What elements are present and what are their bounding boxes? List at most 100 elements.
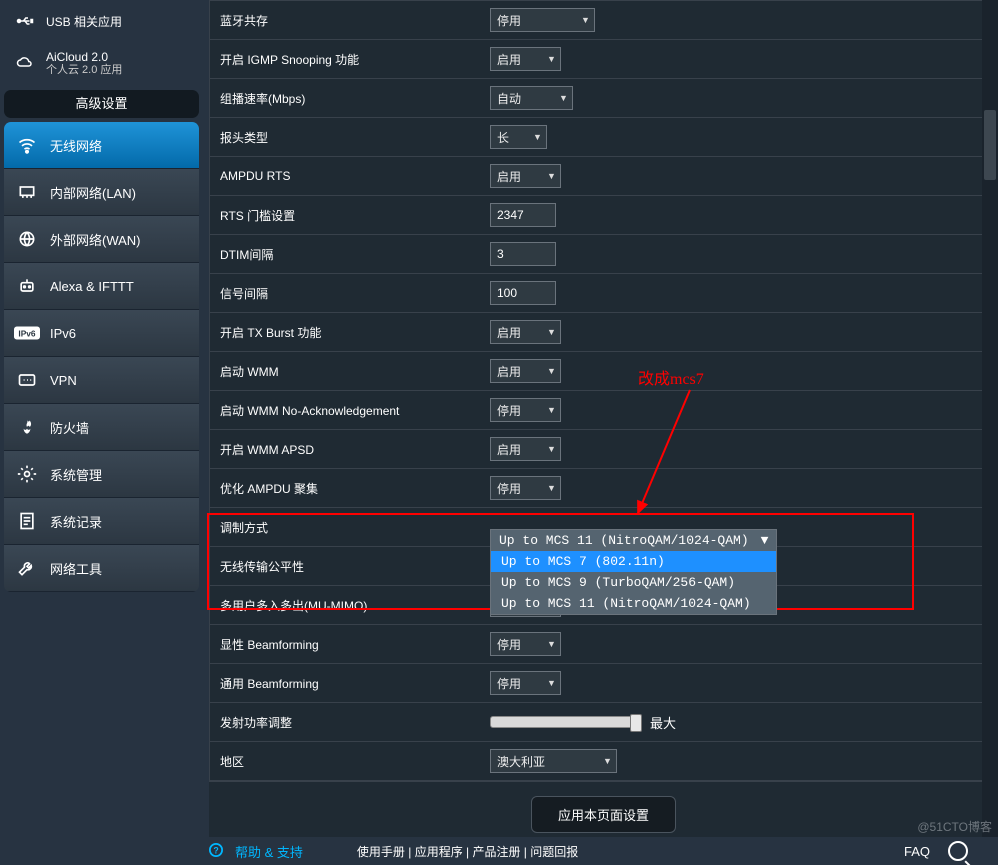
setting-label: DTIM间隔 [210,246,480,263]
search-icon[interactable] [948,841,968,861]
chevron-down-icon: ▼ [547,327,556,337]
select-value: 停用 [497,402,541,419]
setting-label: AMPDU RTS [210,169,480,183]
input-5[interactable] [490,203,556,227]
setting-control: 最大 [480,713,997,732]
setting-row: 优化 AMPDU 聚集停用▼ [210,468,997,507]
lan-icon [14,181,40,203]
setting-control: 启用 ▼ [480,320,997,344]
sidebar-item-2[interactable]: 外部网络(WAN) [4,216,199,263]
select-value: 启用 [497,324,541,341]
select-2[interactable]: 自动▼ [490,86,573,110]
setting-control: 澳大利亚▼ [480,749,997,773]
wifi-icon [14,134,40,156]
help-support-link[interactable]: 帮助 & 支持 [235,842,303,861]
setting-label: 启动 WMM [210,363,480,380]
select-value: 停用 [497,12,575,29]
wrench-icon [14,557,40,579]
select-1[interactable]: 启用▼ [490,47,561,71]
vpn-icon [14,369,40,391]
slider-max-label: 最大 [650,713,676,732]
apply-button[interactable]: 应用本页面设置 [531,796,676,833]
setting-row: 蓝牙共存停用▼ [210,0,997,39]
sidebar-quick-0[interactable]: USB 相关应用 [0,0,203,42]
sidebar-item-4[interactable]: IPv6IPv6 [4,310,199,357]
select-10[interactable]: 停用 ▼ [490,398,561,422]
select-3[interactable]: 长▼ [490,125,547,149]
setting-label: 地区 [210,753,480,770]
setting-label: 报头类型 [210,129,480,146]
chevron-down-icon: ▼ [547,678,556,688]
robot-icon [14,275,40,297]
setting-label: 调制方式 [210,519,480,536]
sidebar-item-3[interactable]: Alexa & IFTTT [4,263,199,310]
select-16[interactable]: 停用▼ [490,632,561,656]
setting-row: 地区澳大利亚▼ [210,741,997,780]
select-value: 停用 [497,675,541,692]
select-4[interactable]: 启用▼ [490,164,561,188]
usb-icon [14,12,36,30]
select-8[interactable]: 启用 ▼ [490,320,561,344]
setting-control: 停用 ▼ [480,398,997,422]
setting-label: 显性 Beamforming [210,636,480,653]
sidebar-item-9[interactable]: 网络工具 [4,545,199,592]
setting-label: RTS 门槛设置 [210,207,480,224]
setting-control: 自动▼ [480,86,997,110]
gear-icon [14,463,40,485]
select-value: 启用 [497,441,541,458]
select-12[interactable]: 停用▼ [490,476,561,500]
faq-link[interactable]: FAQ [904,844,930,859]
setting-label: 启动 WMM No-Acknowledgement [210,402,480,419]
setting-row: AMPDU RTS 启用▼ [210,156,997,195]
input-6[interactable] [490,242,556,266]
chevron-down-icon: ▼ [547,366,556,376]
setting-row: RTS 门槛设置 [210,195,997,234]
sidebar-item-5[interactable]: VPN [4,357,199,404]
setting-control: 启用▼ [480,164,997,188]
footer-links[interactable]: 使用手册 | 应用程序 | 产品注册 | 问题回报 [357,843,578,860]
chevron-down-icon: ▼ [547,483,556,493]
chevron-down-icon: ▼ [547,444,556,454]
setting-row: 开启 WMM APSD 启用 ▼ [210,429,997,468]
chevron-down-icon: ▼ [547,405,556,415]
chevron-down-icon: ▼ [547,171,556,181]
sidebar-item-label: 系统管理 [50,465,102,484]
sidebar-item-8[interactable]: 系统记录 [4,498,199,545]
watermark: @51CTO博客 [917,818,992,835]
tx-power-slider[interactable] [490,716,642,728]
select-header[interactable]: Up to MCS 11 (NitroQAM/1024-QAM)▼ [491,530,776,551]
setting-label: 开启 WMM APSD [210,441,480,458]
select-17[interactable]: 停用 ▼ [490,671,561,695]
setting-label: 开启 IGMP Snooping 功能 [210,51,480,68]
sidebar-item-1[interactable]: 内部网络(LAN) [4,169,199,216]
modulation-dropdown[interactable]: Up to MCS 11 (NitroQAM/1024-QAM)▼Up to M… [490,529,777,615]
sidebar: USB 相关应用AiCloud 2.0个人云 2.0 应用 高级设置 无线网络内… [0,0,203,865]
svg-text:?: ? [213,845,218,855]
setting-control: 停用▼ [480,8,997,32]
chevron-down-icon: ▼ [761,533,769,548]
input-7[interactable] [490,281,556,305]
select-option[interactable]: Up to MCS 7 (802.11n) [491,551,776,572]
setting-row: 开启 IGMP Snooping 功能启用▼ [210,39,997,78]
select-19[interactable]: 澳大利亚▼ [490,749,617,773]
sidebar-item-7[interactable]: 系统管理 [4,451,199,498]
sidebar-section-title: 高级设置 [4,90,199,118]
setting-row: 开启 TX Burst 功能启用▼ [210,312,997,351]
select-9[interactable]: 启用▼ [490,359,561,383]
select-0[interactable]: 停用▼ [490,8,595,32]
slider-knob[interactable] [630,714,642,732]
select-11[interactable]: 启用 ▼ [490,437,561,461]
setting-control: 停用 ▼ [480,671,997,695]
select-option[interactable]: Up to MCS 11 (NitroQAM/1024-QAM) [491,593,776,614]
sidebar-item-6[interactable]: 防火墙 [4,404,199,451]
sidebar-item-0[interactable]: 无线网络 [4,122,199,169]
select-option[interactable]: Up to MCS 9 (TurboQAM/256-QAM) [491,572,776,593]
setting-control: 启用▼ [480,47,997,71]
setting-label: 发射功率调整 [210,714,480,731]
sidebar-item-label: 防火墙 [50,418,89,437]
select-value: 长 [497,129,527,146]
fire-icon [14,416,40,438]
setting-label: 通用 Beamforming [210,675,480,692]
sidebar-quick-1[interactable]: AiCloud 2.0个人云 2.0 应用 [0,42,203,84]
setting-control [480,203,997,227]
